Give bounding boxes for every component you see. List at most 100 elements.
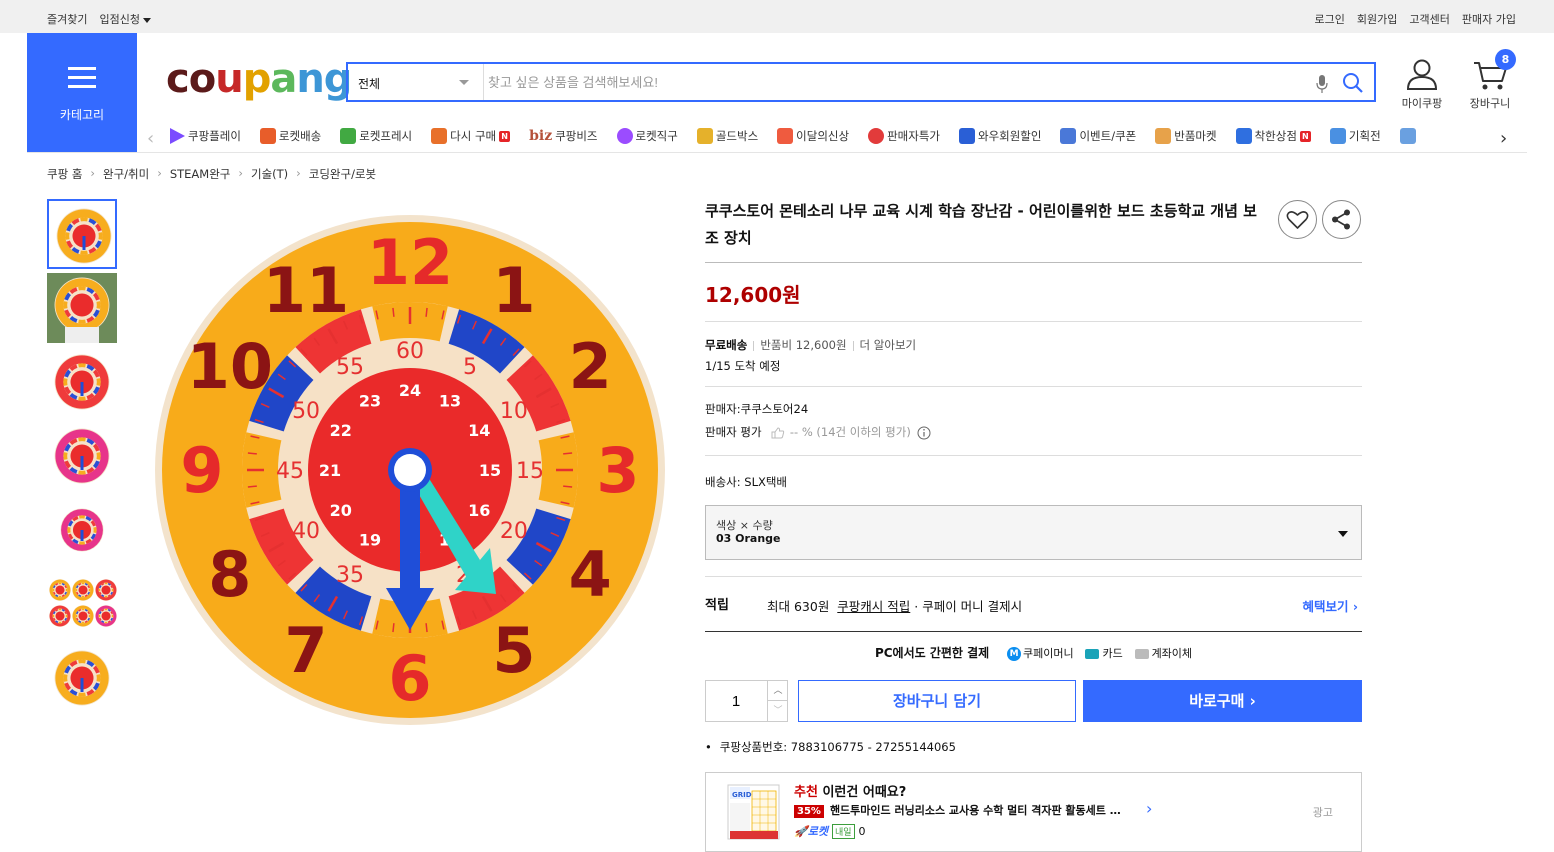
- coupang-cash-link[interactable]: 쿠팡캐시 적립: [837, 599, 910, 614]
- recommend-product-image[interactable]: GRID: [726, 781, 781, 841]
- coupang-logo[interactable]: coupang: [166, 56, 352, 102]
- category-nav-item[interactable]: 와우회원할인: [958, 124, 1042, 148]
- clock-24h-number: 20: [330, 501, 352, 520]
- info-icon[interactable]: [917, 426, 931, 440]
- product-thumbnail[interactable]: [47, 643, 117, 713]
- category-nav: 쿠팡플레이 로켓배송 로켓프레시 다시 구매 N biz 쿠팡비즈 로켓직구 골드박스 이달의신상…: [137, 124, 1521, 152]
- payment-methods: PC에서도 간편한 결제 M 쿠페이머니 카드 계좌이체: [705, 644, 1362, 661]
- breadcrumb-item[interactable]: 쿠팡 홈: [47, 166, 82, 182]
- clock-minute-tick: [563, 485, 573, 488]
- clock-minute-tick: [425, 307, 428, 317]
- seller-apply-link[interactable]: 입점신청: [99, 11, 151, 27]
- clock-minute-tick: [247, 485, 257, 488]
- clock-24h-number: 16: [468, 501, 490, 520]
- search-input[interactable]: [488, 64, 1308, 100]
- rocket-fresh-icon: [340, 128, 357, 144]
- benefit-more-label: 혜택보기: [1302, 599, 1349, 614]
- breadcrumb-separator-icon: ›: [157, 166, 162, 180]
- breadcrumb-item[interactable]: 코딩완구/로봇: [309, 166, 376, 182]
- divider: [705, 455, 1362, 456]
- product-thumbnail[interactable]: [47, 273, 117, 343]
- divider: [705, 576, 1362, 577]
- seller-signup-link[interactable]: 판매자 가입: [1462, 11, 1516, 27]
- search-icon[interactable]: [1342, 72, 1364, 94]
- clock-minute-number: 55: [336, 355, 364, 380]
- category-nav-item[interactable]: 이벤트/쿠폰: [1060, 124, 1136, 148]
- chevron-right-icon[interactable]: ›: [1500, 128, 1507, 149]
- login-link[interactable]: 로그인: [1315, 11, 1345, 27]
- category-nav-item[interactable]: 골드박스: [696, 124, 758, 148]
- recommend-product-name[interactable]: 35% 핸드투마인드 러닝리소스 교사용 수학 멀티 격자판 활동세트 …: [794, 802, 1121, 818]
- category-nav-label: 착한상점: [1254, 129, 1297, 143]
- bookmark-link[interactable]: 즐겨찾기: [47, 11, 87, 27]
- category-nav-item[interactable]: biz 쿠팡비즈: [529, 124, 597, 148]
- buy-now-button[interactable]: 바로구매 ›: [1083, 680, 1362, 722]
- arrival-date: 1/15 도착 예정: [705, 359, 781, 373]
- quantity-increase-button[interactable]: ︿: [767, 681, 788, 701]
- share-button[interactable]: [1322, 200, 1361, 239]
- category-nav-item[interactable]: 이달의신상: [777, 124, 849, 148]
- category-nav-label: 판매자특가: [887, 129, 940, 143]
- tag-icon: [1329, 128, 1346, 144]
- dropdown-arrow-icon: [1338, 531, 1348, 537]
- reward-text: 최대 630원 쿠팡캐시 적립 · 쿠페이 머니 결제시: [767, 596, 1022, 615]
- clock-minute-tick: [563, 452, 573, 455]
- category-nav-item[interactable]: 로켓직구: [616, 124, 678, 148]
- coupon-icon: [1060, 128, 1077, 144]
- card-pay: 카드: [1085, 645, 1123, 661]
- wow-icon: [958, 128, 975, 144]
- store-icon: [1235, 128, 1252, 144]
- breadcrumb-item[interactable]: STEAM완구: [170, 166, 231, 182]
- category-nav-label: 로켓직구: [635, 129, 678, 143]
- return-market-icon: [1155, 128, 1172, 144]
- category-nav-item[interactable]: 로켓배송: [259, 124, 321, 148]
- clock-24h-number: 14: [468, 421, 490, 440]
- category-menu-button[interactable]: 카테고리: [27, 33, 137, 152]
- quantity-decrease-button[interactable]: ﹀: [767, 701, 788, 721]
- clock-hour-number: 2: [569, 330, 612, 403]
- signup-link[interactable]: 회원가입: [1357, 11, 1397, 27]
- category-nav-item[interactable]: 판매자특가: [868, 124, 940, 148]
- product-thumbnail[interactable]: [47, 347, 117, 417]
- mycoupang-button[interactable]: 마이쿠팡: [1398, 58, 1446, 111]
- clock-minute-number: 60: [396, 339, 424, 364]
- category-nav-label: 다시 구매: [450, 129, 497, 143]
- breadcrumb-item[interactable]: 완구/취미: [103, 166, 149, 182]
- category-nav-item[interactable]: 착한상점 N: [1235, 124, 1311, 148]
- product-main-image[interactable]: 1212345678910116051015202535404550552413…: [150, 210, 670, 730]
- quantity-input[interactable]: [706, 681, 766, 721]
- category-nav-item[interactable]: 반품마켓: [1155, 124, 1217, 148]
- product-thumbnail[interactable]: [47, 421, 117, 491]
- product-thumbnail[interactable]: [47, 495, 117, 565]
- product-thumbnail[interactable]: [47, 199, 117, 269]
- customer-center-link[interactable]: 고객센터: [1409, 11, 1449, 27]
- basket-icon: [431, 128, 448, 144]
- seller-name[interactable]: 판매자:쿠쿠스토어24: [705, 401, 808, 417]
- microphone-icon[interactable]: [1316, 74, 1328, 94]
- category-nav-item[interactable]: 쿠팡플레이: [170, 124, 241, 148]
- ad-label: 광고: [1312, 806, 1333, 819]
- shipping-more-link[interactable]: 더 알아보기: [860, 338, 917, 352]
- category-nav-label: 로켓프레시: [359, 129, 413, 143]
- wishlist-button[interactable]: [1278, 200, 1317, 239]
- recommendation-card[interactable]: GRID 추천 이런건 어때요? 35% 핸드투마인드 러닝리소스 교사용 수학 …: [705, 772, 1362, 852]
- category-nav-item[interactable]: 다시 구매 N: [431, 124, 511, 148]
- category-nav-item[interactable]: 기획전: [1329, 124, 1381, 148]
- benefit-more-link[interactable]: 혜택보기 ›: [1302, 596, 1358, 615]
- category-nav-item[interactable]: [1399, 124, 1419, 148]
- breadcrumb-item[interactable]: 기술(T): [251, 166, 288, 182]
- product-thumbnail[interactable]: [47, 569, 117, 639]
- free-shipping-label: 무료배송: [705, 338, 748, 352]
- search-scope-select[interactable]: 전체: [348, 64, 484, 100]
- option-select[interactable]: 색상 × 수량 03 Orange: [705, 505, 1362, 560]
- thumbnail-image: [54, 354, 110, 410]
- clock-minute-number: 5: [463, 355, 477, 380]
- category-nav-label: 쿠팡비즈: [555, 129, 598, 143]
- logo-part: co: [166, 56, 216, 102]
- chevron-right-icon[interactable]: ›: [1146, 799, 1152, 818]
- category-nav-item[interactable]: 로켓프레시: [340, 124, 412, 148]
- product-price: 12,600원: [705, 283, 801, 307]
- add-to-cart-button[interactable]: 장바구니 담기: [798, 680, 1076, 722]
- category-nav-label: 와우회원할인: [977, 129, 1042, 143]
- carrier: 배송사: SLX택배: [705, 475, 788, 489]
